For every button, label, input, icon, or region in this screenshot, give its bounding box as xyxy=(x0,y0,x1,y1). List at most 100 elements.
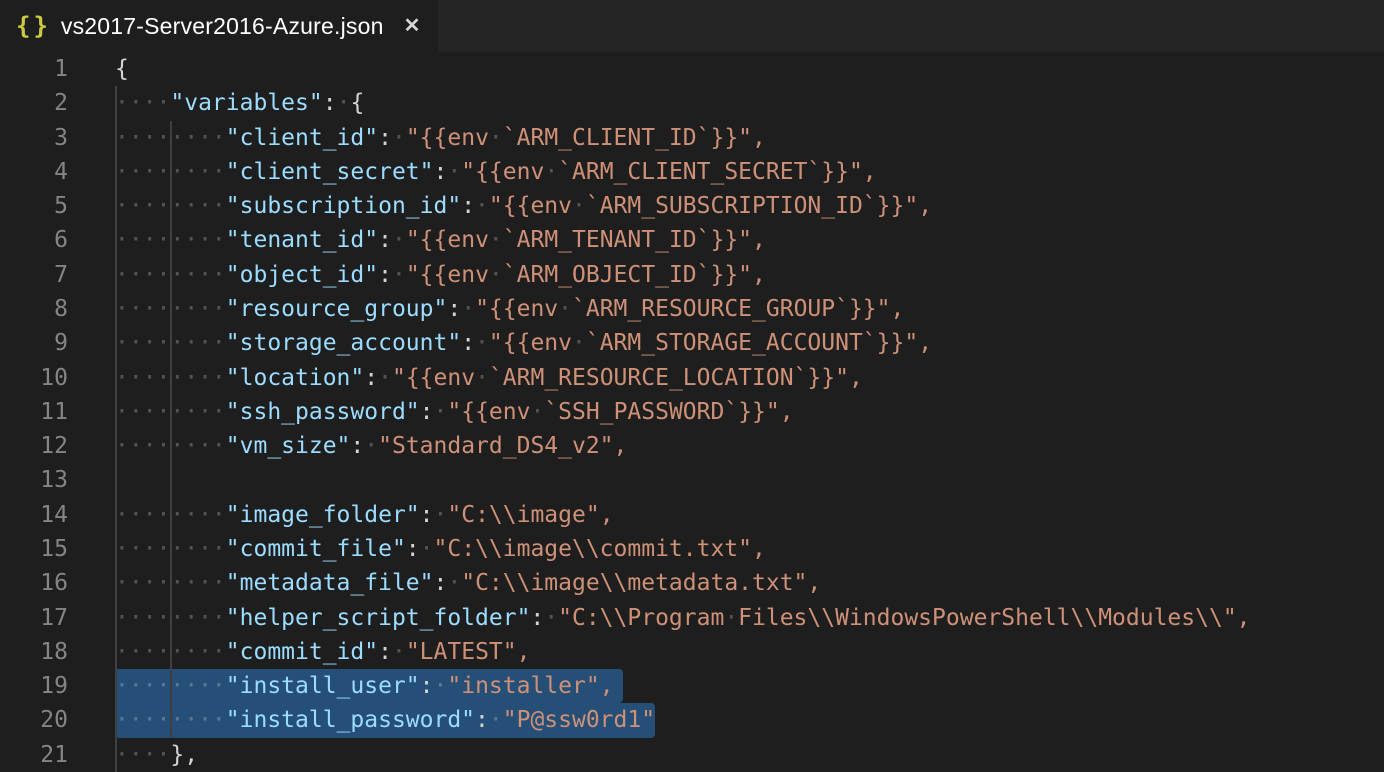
code-token: }, xyxy=(170,742,198,768)
code-token: "storage_account" xyxy=(226,330,461,356)
rendered-whitespace: ········ xyxy=(115,227,226,253)
line-number[interactable]: 7 xyxy=(0,258,68,292)
code-line[interactable]: 21 ····}, xyxy=(0,738,1384,772)
code-line[interactable]: 2····"variables":·{ xyxy=(0,86,1384,120)
code-token: : xyxy=(406,536,420,562)
code-token: `ARM_STORAGE_ACCOUNT`}}", xyxy=(586,330,932,356)
code-line[interactable]: 11········"ssh_password":·"{{env·`SSH_PA… xyxy=(0,395,1384,429)
line-number[interactable]: 18 xyxy=(0,635,68,669)
rendered-whitespace: ········ xyxy=(115,296,226,322)
line-content: ········"helper_script_folder":·"C:\\Pro… xyxy=(115,601,1251,635)
line-number[interactable]: 11 xyxy=(0,395,68,429)
code-line[interactable]: 8········"resource_group":·"{{env·`ARM_R… xyxy=(0,292,1384,326)
rendered-whitespace: · xyxy=(337,90,351,116)
code-token: "{{env xyxy=(406,227,489,253)
code-token: "{{env xyxy=(447,399,530,425)
code-line[interactable]: 5········"subscription_id":·"{{env·`ARM_… xyxy=(0,189,1384,223)
line-number[interactable]: 2 xyxy=(0,86,68,120)
rendered-whitespace: ········ xyxy=(115,570,226,596)
line-content: ········"vm_size":·"Standard_DS4_v2", xyxy=(115,429,627,463)
code-line[interactable]: 12 ········"vm_size":·"Standard_DS4_v2", xyxy=(0,429,1384,463)
line-number[interactable]: 12 xyxy=(0,429,68,463)
code-line[interactable]: 7 ········"object_id":·"{{env·`ARM_OBJECT… xyxy=(0,258,1384,292)
code-token: `ARM_CLIENT_SECRET`}}", xyxy=(558,159,877,185)
line-number[interactable]: 3 xyxy=(0,121,68,155)
line-number[interactable]: 21 xyxy=(0,738,68,772)
code-line[interactable]: 9········"storage_account":·"{{env·`ARM_… xyxy=(0,326,1384,360)
code-token: "C:\\image\\metadata.txt", xyxy=(461,570,821,596)
code-line[interactable]: 3 ········"client_id":·"{{env·`ARM_CLIENT… xyxy=(0,121,1384,155)
line-number[interactable]: 6 xyxy=(0,223,68,257)
code-token: : xyxy=(378,125,392,151)
rendered-whitespace: · xyxy=(475,365,489,391)
code-editor[interactable]: 1{2····"variables":·{3········"client_id… xyxy=(0,52,1384,772)
line-number[interactable]: 17 xyxy=(0,601,68,635)
code-token: `ARM_RESOURCE_LOCATION`}}", xyxy=(489,365,863,391)
line-number[interactable]: 20 xyxy=(0,703,68,737)
code-token: "{{env xyxy=(406,125,489,151)
tab-close-icon[interactable]: ✕ xyxy=(404,16,421,36)
rendered-whitespace: · xyxy=(392,227,406,253)
code-line[interactable]: 19········"install_user":·"installer", xyxy=(0,669,1384,703)
line-number[interactable]: 1 xyxy=(0,52,68,86)
code-line[interactable]: 15 ········"commit_file":·"C:\\image\\com… xyxy=(0,532,1384,566)
rendered-whitespace: · xyxy=(530,399,544,425)
rendered-whitespace: · xyxy=(392,262,406,288)
line-number[interactable]: 5 xyxy=(0,189,68,223)
code-token: : xyxy=(350,433,364,459)
rendered-whitespace: · xyxy=(434,673,448,699)
code-token: `ARM_SUBSCRIPTION_ID`}}", xyxy=(586,193,932,219)
code-line[interactable]: 6········"tenant_id":·"{{env·`ARM_TENANT… xyxy=(0,223,1384,257)
code-line[interactable]: 10········"location":·"{{env·`ARM_RESOUR… xyxy=(0,361,1384,395)
code-token: "metadata_file" xyxy=(226,570,434,596)
tab-vs2017-server2016-azure-json[interactable]: {} vs2017-Server2016-Azure.json ✕ xyxy=(0,0,438,52)
line-number[interactable]: 15 xyxy=(0,532,68,566)
code-token: "C:\\Program xyxy=(558,605,724,631)
tab-bar: {} vs2017-Server2016-Azure.json ✕ xyxy=(0,0,1384,52)
line-number[interactable]: 10 xyxy=(0,361,68,395)
code-line[interactable]: 18 ········"commit_id":·"LATEST", xyxy=(0,635,1384,669)
code-token: "P@ssw0rd1" xyxy=(503,707,655,733)
line-content: ········"commit_file":·"C:\\image\\commi… xyxy=(115,532,766,566)
code-token: "LATEST", xyxy=(406,639,531,665)
code-token: : xyxy=(530,605,544,631)
code-line[interactable]: 4········"client_secret":·"{{env·`ARM_CL… xyxy=(0,155,1384,189)
line-content: ········"client_secret":·"{{env·`ARM_CLI… xyxy=(115,155,877,189)
line-number[interactable]: 16 xyxy=(0,566,68,600)
code-line[interactable]: 13 xyxy=(0,463,1384,497)
line-number[interactable]: 4 xyxy=(0,155,68,189)
rendered-whitespace: · xyxy=(544,159,558,185)
line-content: ········"metadata_file":·"C:\\image\\met… xyxy=(115,566,821,600)
code-token: "client_id" xyxy=(226,125,378,151)
line-number[interactable]: 14 xyxy=(0,498,68,532)
line-content: ········"client_id":·"{{env·`ARM_CLIENT_… xyxy=(115,121,766,155)
line-content: ········"object_id":·"{{env·`ARM_OBJECT_… xyxy=(115,258,766,292)
rendered-whitespace: ········ xyxy=(115,536,226,562)
code-token: : xyxy=(434,159,448,185)
code-line[interactable]: 20········"install_password":·"P@ssw0rd1… xyxy=(0,703,1384,737)
rendered-whitespace: ···· xyxy=(115,742,170,768)
code-token: : xyxy=(364,365,378,391)
line-content: ········"commit_id":·"LATEST", xyxy=(115,635,530,669)
rendered-whitespace: · xyxy=(724,605,738,631)
code-token: "tenant_id" xyxy=(226,227,378,253)
line-number[interactable]: 8 xyxy=(0,292,68,326)
line-number[interactable]: 19 xyxy=(0,669,68,703)
code-token: : xyxy=(378,262,392,288)
code-token: "helper_script_folder" xyxy=(226,605,531,631)
code-token: "{{env xyxy=(461,159,544,185)
code-token: "ssh_password" xyxy=(226,399,420,425)
code-line[interactable]: 16 ········"metadata_file":·"C:\\image\\m… xyxy=(0,566,1384,600)
line-number[interactable]: 13 xyxy=(0,463,68,497)
line-content: ········"location":·"{{env·`ARM_RESOURCE… xyxy=(115,361,863,395)
line-number[interactable]: 9 xyxy=(0,326,68,360)
code-token: `ARM_TENANT_ID`}}", xyxy=(503,227,766,253)
code-line[interactable]: 14········"image_folder":·"C:\\image", xyxy=(0,498,1384,532)
rendered-whitespace: ········ xyxy=(115,262,226,288)
code-line[interactable]: 17········"helper_script_folder":·"C:\\P… xyxy=(0,601,1384,635)
code-token: { xyxy=(115,56,129,82)
rendered-whitespace: · xyxy=(475,330,489,356)
code-token: : xyxy=(420,673,434,699)
rendered-whitespace: · xyxy=(475,193,489,219)
code-line[interactable]: 1{ xyxy=(0,52,1384,86)
